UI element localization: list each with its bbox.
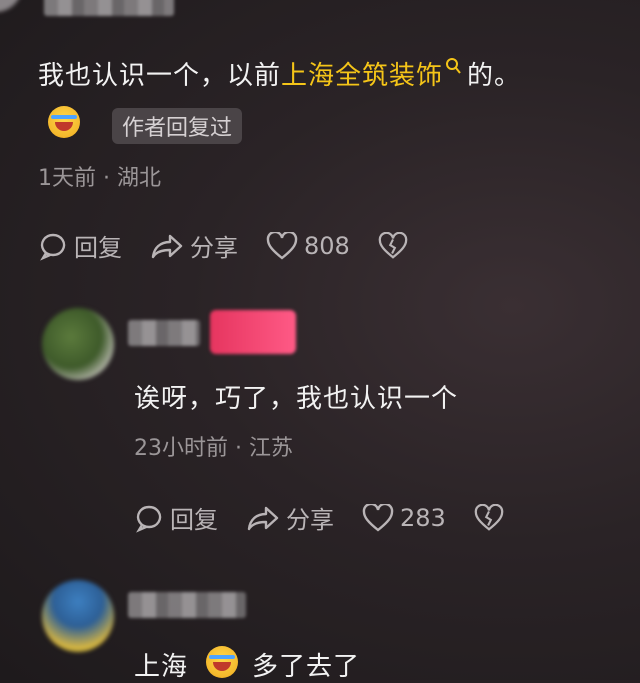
avatar[interactable]: [0, 0, 22, 12]
reply-icon: [40, 233, 66, 261]
dislike-button[interactable]: [474, 503, 510, 532]
comment-text-part: 我也认识一个，以前: [38, 61, 282, 91]
username[interactable]: [44, 0, 174, 16]
comment-actions: 回复 分享 808: [38, 228, 442, 263]
comment-text: 我也认识一个，以前上海全筑装饰 的。: [38, 55, 521, 92]
reply-button[interactable]: 回复: [134, 500, 218, 535]
heart-icon: [266, 231, 298, 260]
share-button[interactable]: 分享: [150, 228, 238, 263]
search-link[interactable]: 上海全筑装饰: [281, 61, 443, 91]
comment-meta: 23小时前 · 江苏: [134, 436, 293, 461]
share-label: 分享: [190, 234, 238, 262]
share-icon: [151, 234, 183, 258]
share-icon: [247, 506, 279, 530]
comment-actions: 回复 分享 283: [134, 500, 538, 535]
reply-label: 回复: [170, 506, 218, 534]
heart-icon: [362, 503, 394, 532]
username[interactable]: [128, 320, 200, 346]
search-icon[interactable]: [445, 57, 463, 77]
comment-text-part: 的。: [467, 61, 522, 91]
user-badge: [210, 310, 296, 354]
broken-heart-icon: [474, 503, 504, 531]
like-count: 808: [304, 231, 350, 260]
username[interactable]: [128, 592, 246, 618]
comment-meta: 1天前 · 湖北: [38, 166, 161, 191]
like-button[interactable]: 808: [266, 231, 350, 260]
comment-text: 诶呀，巧了，我也认识一个: [134, 384, 459, 414]
comment-text-part: 多了去了: [252, 652, 361, 682]
crying-laugh-emoji-icon: [48, 106, 80, 138]
crying-laugh-emoji-icon: [206, 646, 238, 678]
dislike-button[interactable]: [378, 231, 414, 260]
share-button[interactable]: 分享: [246, 500, 334, 535]
avatar[interactable]: [42, 308, 114, 380]
reply-icon: [136, 505, 162, 533]
reply-label: 回复: [74, 234, 122, 262]
reply-button[interactable]: 回复: [38, 228, 122, 263]
share-label: 分享: [286, 506, 334, 534]
author-replied-badge: 作者回复过: [112, 108, 243, 144]
like-count: 283: [400, 503, 446, 532]
avatar[interactable]: [42, 580, 114, 652]
comment-text-part: 上海: [134, 652, 189, 682]
comment-text: 上海: [134, 646, 188, 683]
broken-heart-icon: [378, 231, 408, 259]
like-button[interactable]: 283: [362, 503, 446, 532]
